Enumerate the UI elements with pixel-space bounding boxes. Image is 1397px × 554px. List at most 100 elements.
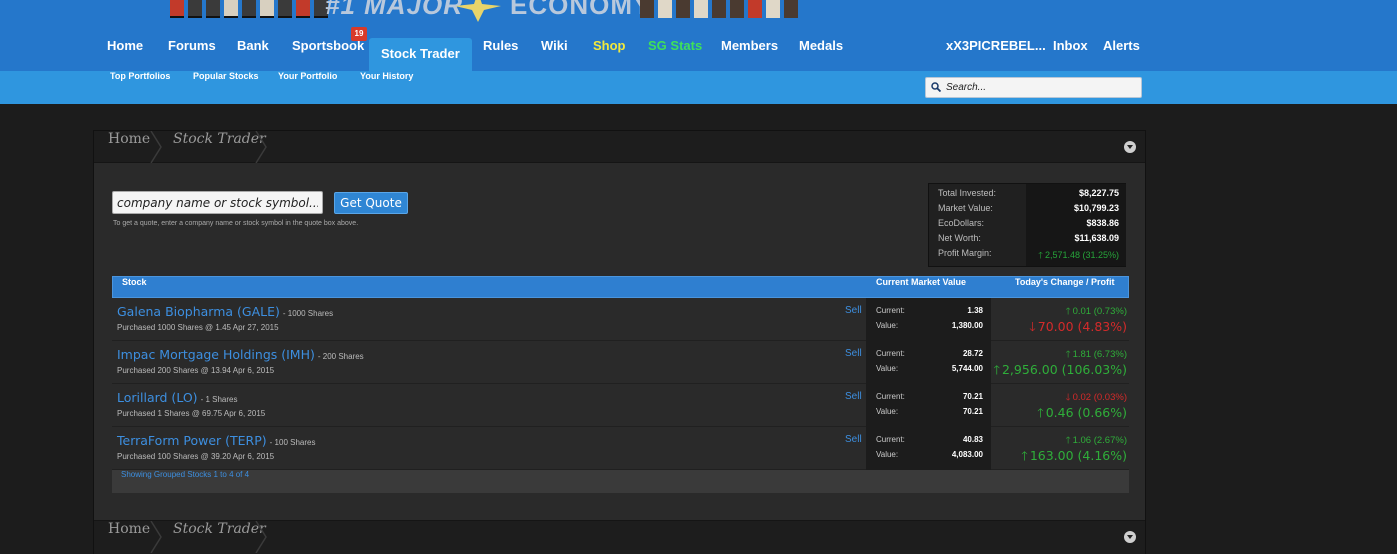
banner-characters-right [640,0,798,20]
main-nav: Home Forums Bank Sportsbook 19 Stock Tra… [0,27,1397,71]
sell-link[interactable]: Sell [845,305,862,316]
stock-name-link[interactable]: Lorillard (LO) - 1 Shares [117,390,237,405]
position-value: 1,380.00 [951,321,983,330]
current-price: 70.21 [962,392,983,401]
showing-count: Showing Grouped Stocks 1 to 4 of 4 [121,470,250,479]
stock-name-link[interactable]: Impac Mortgage Holdings (IMH) - 200 Share… [117,347,364,362]
today-change-value: 0.02 (0.03%) [1072,392,1127,403]
nav-shop[interactable]: Shop [593,38,626,71]
nav-inbox[interactable]: Inbox [1053,38,1088,71]
change-cell: 🡑 0.01 (0.73%) 🡓 70.00 (4.83%) [991,298,1127,341]
content-panel: Home Stock Trader Get Quote To get a quo… [93,130,1146,554]
nav-stock-trader[interactable]: Stock Trader [369,38,472,71]
stock-name[interactable]: Impac Mortgage Holdings (IMH) [117,347,315,362]
nav-members[interactable]: Members [721,38,778,71]
nav-home[interactable]: Home [107,38,143,71]
summary-label: Profit Margin: [938,248,992,258]
change-cell: 🡑 1.06 (2.67%) 🡑 163.00 (4.16%) [991,427,1127,470]
subnav-your-portfolio[interactable]: Your Portfolio [278,71,337,81]
arrow-up-icon: 🡑 [1021,448,1028,463]
header-today-change: Today's Change / Profit [1015,277,1115,287]
nav-forums[interactable]: Forums [168,38,216,71]
get-quote-button[interactable]: Get Quote [334,192,408,214]
breadcrumb-home[interactable]: Home [108,131,150,147]
sub-nav: Top Portfolios Popular Stocks Your Portf… [0,71,1397,104]
nav-sg-stats[interactable]: SG Stats [648,38,702,71]
search-icon [931,82,941,92]
market-value-cell: Current: 40.83 Value: 4,083.00 [866,427,991,470]
portfolio-summary: Total Invested: $8,227.75 Market Value: $1… [928,183,1126,267]
breadcrumb-current[interactable]: Stock Trader [173,131,266,147]
sell-link[interactable]: Sell [845,348,862,359]
breadcrumb-home[interactable]: Home [108,521,150,537]
total-profit-value: 163.00 (4.16%) [1029,448,1127,463]
summary-row: Profit Margin: 🡑 2,571.48 (31.25%) [929,246,1127,261]
stock-name[interactable]: Galena Biopharma (GALE) [117,304,280,319]
summary-label: Net Worth: [938,233,981,243]
current-label: Current: [876,306,905,315]
header-market-value: Current Market Value [876,277,967,287]
stock-shares: - 100 Shares [269,438,316,447]
subnav-your-history[interactable]: Your History [360,71,413,81]
table-row: TerraForm Power (TERP) - 100 Shares Purcha… [112,427,1129,470]
breadcrumb-separator-icon [255,521,267,553]
nav-alerts[interactable]: Alerts [1103,38,1140,71]
table-row: Lorillard (LO) - 1 Shares Purchased 1 Shar… [112,384,1129,427]
arrow-up-icon: 🡑 [993,362,1000,377]
nav-wiki[interactable]: Wiki [541,38,568,71]
collapse-icon[interactable] [1124,141,1136,153]
market-value-cell: Current: 28.72 Value: 5,744.00 [866,341,991,384]
summary-row: EcoDollars: $838.86 [929,216,1127,231]
stock-name[interactable]: TerraForm Power (TERP) [117,433,267,448]
purchase-info: Purchased 1 Shares @ 69.75 Apr 6, 2015 [117,409,266,418]
breadcrumb-separator-icon [150,131,162,163]
bottom-breadcrumb: Home Stock Trader [94,520,1145,554]
current-label: Current: [876,392,905,401]
table-row: Galena Biopharma (GALE) - 1000 Shares Purc… [112,298,1129,341]
value-label: Value: [876,407,899,416]
sell-link[interactable]: Sell [845,391,862,402]
site-banner[interactable]: #1 MAJOR ECONOMY [0,0,1397,38]
position-value: 4,083.00 [951,450,983,459]
profit-margin-value: 2,571.48 (31.25%) [1044,250,1119,260]
arrow-up-icon: 🡑 [1037,405,1044,420]
summary-value: $10,799.23 [1073,203,1119,213]
current-label: Current: [876,349,905,358]
nav-user[interactable]: xX3PICREBEL... [946,38,1046,71]
summary-value: $838.86 [1086,218,1119,228]
collapse-icon[interactable] [1124,531,1136,543]
total-profit: 🡓 70.00 (4.83%) [1029,318,1127,339]
summary-label: Market Value: [938,203,993,213]
stock-name-link[interactable]: Galena Biopharma (GALE) - 1000 Shares [117,304,333,319]
table-row: Impac Mortgage Holdings (IMH) - 200 Share… [112,341,1129,384]
change-cell: 🡓 0.02 (0.03%) 🡑 0.46 (0.66%) [991,384,1127,427]
stock-shares: - 1 Shares [200,395,238,404]
sell-link[interactable]: Sell [845,434,862,445]
search-input[interactable] [946,80,1136,95]
nav-sportsbook[interactable]: Sportsbook [292,38,364,71]
search-box [925,77,1142,98]
quote-input[interactable] [112,191,323,214]
market-value-cell: Current: 1.38 Value: 1,380.00 [866,298,991,341]
subnav-top-portfolios[interactable]: Top Portfolios [110,71,170,81]
purchase-info: Purchased 100 Shares @ 39.20 Apr 6, 2015 [117,452,275,461]
change-cell: 🡑 1.81 (6.73%) 🡑 2,956.00 (106.03%) [991,341,1127,384]
banner-title-left: #1 MAJOR [325,0,464,20]
current-label: Current: [876,435,905,444]
breadcrumb-current[interactable]: Stock Trader [173,521,266,537]
position-value: 70.21 [962,407,983,416]
nav-medals[interactable]: Medals [799,38,843,71]
today-change-value: 1.81 (6.73%) [1072,349,1127,360]
summary-row: Total Invested: $8,227.75 [929,186,1127,201]
stock-name[interactable]: Lorillard (LO) [117,390,198,405]
subnav-popular-stocks[interactable]: Popular Stocks [193,71,259,81]
value-label: Value: [876,321,899,330]
today-change-value: 0.01 (0.73%) [1072,306,1127,317]
total-profit: 🡑 0.46 (0.66%) [1037,404,1127,425]
summary-value: $8,227.75 [1078,188,1119,198]
nav-rules[interactable]: Rules [483,38,518,71]
value-label: Value: [876,364,899,373]
total-profit-value: 70.00 (4.83%) [1037,319,1127,334]
stock-name-link[interactable]: TerraForm Power (TERP) - 100 Shares [117,433,315,448]
nav-bank[interactable]: Bank [237,38,269,71]
